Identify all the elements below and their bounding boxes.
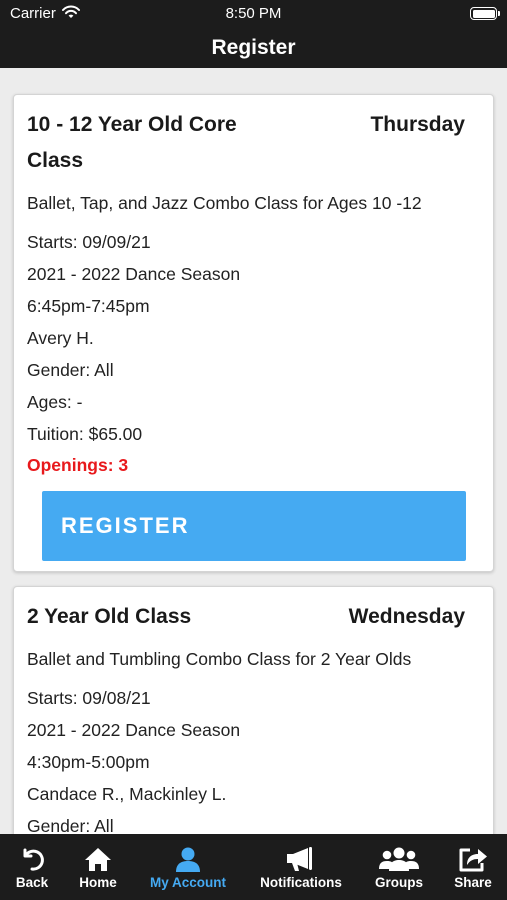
register-button[interactable]: REGISTER — [42, 491, 466, 561]
class-name: 10 - 12 Year Old Core Class — [27, 113, 237, 172]
clock: 8:50 PM — [225, 5, 282, 22]
tab-label: My Account — [149, 875, 226, 890]
share-icon — [458, 846, 488, 877]
tab-bar: Back Home My Account Notifications Group… — [0, 834, 507, 900]
tab-home[interactable]: Home — [68, 834, 128, 900]
tab-my-account[interactable]: My Account — [142, 834, 234, 900]
class-day: Thursday — [370, 113, 465, 136]
class-start-date: Starts: 09/09/21 — [27, 232, 151, 252]
class-tuition: Tuition: $65.00 — [27, 424, 143, 444]
class-description: Ballet and Tumbling Combo Class for 2 Ye… — [27, 649, 412, 669]
class-instructor: Candace R., Mackinley L. — [27, 784, 227, 804]
battery-icon — [470, 7, 500, 20]
tab-notifications[interactable]: Notifications — [252, 834, 350, 900]
tab-label: Home — [79, 875, 117, 890]
class-gender: Gender: All — [27, 360, 114, 380]
class-time: 4:30pm-5:00pm — [27, 752, 150, 772]
tab-label: Groups — [374, 875, 423, 890]
class-description: Ballet, Tap, and Jazz Combo Class for Ag… — [27, 193, 422, 213]
class-name: 2 Year Old Class — [27, 605, 192, 628]
class-card: 10 - 12 Year Old Core Class Thursday Bal… — [13, 94, 494, 572]
class-season: 2021 - 2022 Dance Season — [27, 720, 241, 740]
tab-groups[interactable]: Groups — [368, 834, 430, 900]
class-instructor: Avery H. — [27, 328, 94, 348]
tab-label: Notifications — [260, 875, 342, 890]
back-arrow-icon — [18, 846, 46, 877]
class-day: Wednesday — [348, 605, 465, 628]
page-title: Register — [211, 36, 296, 59]
status-bar: Carrier 8:50 PM — [0, 0, 507, 28]
tab-label: Share — [454, 875, 492, 890]
tab-back[interactable]: Back — [0, 834, 64, 900]
class-ages: Ages: - — [27, 392, 83, 412]
class-start-date: Starts: 09/08/21 — [27, 688, 151, 708]
class-list[interactable]: 10 - 12 Year Old Core Class Thursday Bal… — [0, 68, 507, 834]
class-gender: Gender: All — [27, 816, 114, 834]
class-card: 2 Year Old Class Wednesday Ballet and Tu… — [13, 586, 494, 834]
tab-label: Back — [15, 875, 49, 890]
home-icon — [84, 846, 112, 877]
megaphone-icon — [286, 846, 316, 877]
tab-share[interactable]: Share — [445, 834, 501, 900]
class-openings: Openings: 3 — [27, 455, 129, 475]
user-icon — [174, 846, 202, 877]
app-screen: Carrier 8:50 PM Register 10 - 12 Year Ol… — [0, 0, 507, 900]
class-time: 6:45pm-7:45pm — [27, 296, 150, 316]
group-icon — [379, 846, 419, 877]
class-season: 2021 - 2022 Dance Season — [27, 264, 241, 284]
top-bar: Carrier 8:50 PM Register — [0, 0, 507, 68]
